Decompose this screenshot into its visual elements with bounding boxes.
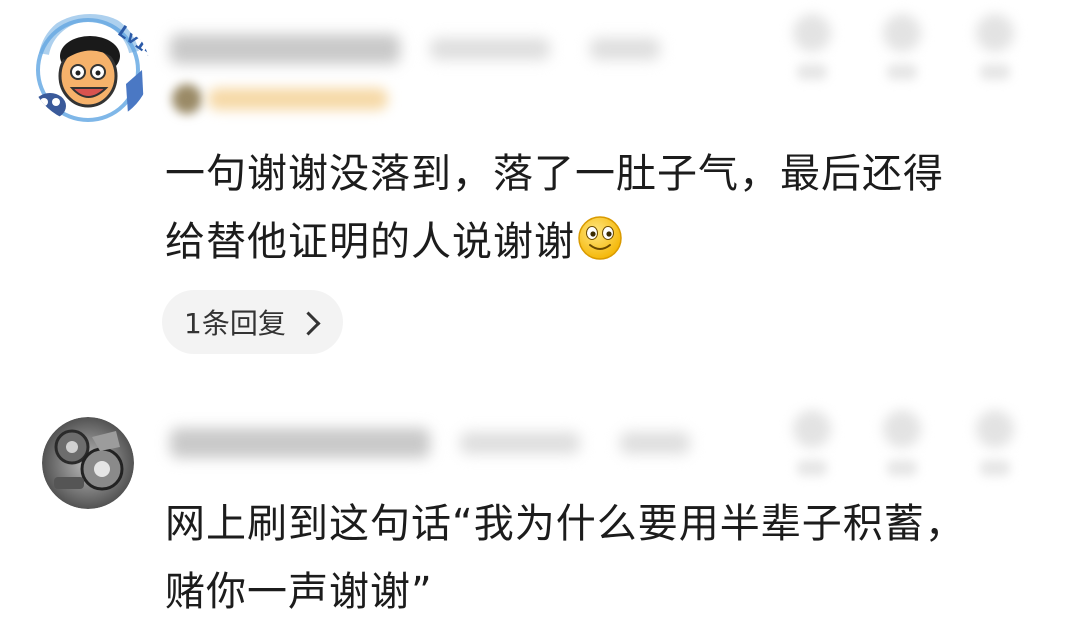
more-count-blurred [980, 64, 1010, 80]
chevron-right-icon [296, 310, 321, 336]
location-blurred [590, 38, 660, 60]
comment-text-fragment: 给替他证明的人说谢谢 [165, 219, 575, 265]
dislike-count-blurred [887, 64, 917, 80]
dislike-count-blurred [887, 460, 917, 476]
username-blurred[interactable] [170, 34, 400, 64]
more-count-blurred [980, 460, 1010, 476]
comment-text: 一句谢谢没落到，落了一肚子气，最后还得 给替他证明的人说谢谢 [165, 140, 1065, 276]
more-icon [976, 410, 1014, 448]
mechanical-gear-avatar-icon [42, 417, 134, 509]
like-icon [793, 14, 831, 52]
comment-item: 网上刷到这句话“我为什么要用半辈子积蓄， 赌你一声谢谢” [0, 400, 1080, 617]
username-blurred[interactable] [170, 428, 430, 458]
timestamp-blurred [430, 38, 550, 60]
dislike-button[interactable] [875, 8, 929, 88]
more-icon [976, 14, 1014, 52]
comment-text-line: 给替他证明的人说谢谢 [165, 208, 1065, 276]
badge-icon [172, 84, 202, 114]
comment-item: Lv14 一句谢谢没落到，落了一肚子气，最后还得 给替他证明的人说谢谢 1条回复 [0, 0, 1080, 370]
like-count-blurred [797, 64, 827, 80]
view-replies-button[interactable]: 1条回复 [162, 290, 343, 354]
comment-text-line: 网上刷到这句话“我为什么要用半辈子积蓄， [165, 501, 966, 547]
comment-text-line: 赌你一声谢谢” [165, 569, 433, 615]
user-avatar[interactable]: Lv14 [30, 14, 150, 124]
user-avatar[interactable] [42, 417, 134, 509]
smile-emoji-icon [578, 216, 622, 260]
like-icon [793, 410, 831, 448]
dislike-icon [883, 410, 921, 448]
reply-count-label: 1条回复 [184, 307, 286, 340]
dislike-icon [883, 14, 921, 52]
timestamp-blurred [460, 432, 580, 454]
badge-label-blurred [208, 88, 388, 110]
cartoon-avatar-icon: Lv14 [34, 14, 150, 122]
more-button[interactable] [968, 8, 1022, 88]
like-count-blurred [797, 460, 827, 476]
location-blurred [620, 432, 690, 454]
more-button[interactable] [968, 404, 1022, 484]
fan-badge[interactable] [168, 78, 398, 118]
like-button[interactable] [785, 8, 839, 88]
comment-text: 网上刷到这句话“我为什么要用半辈子积蓄， 赌你一声谢谢” [165, 490, 1065, 626]
dislike-button[interactable] [875, 404, 929, 484]
like-button[interactable] [785, 404, 839, 484]
comment-text-line: 一句谢谢没落到，落了一肚子气，最后还得 [165, 151, 944, 197]
